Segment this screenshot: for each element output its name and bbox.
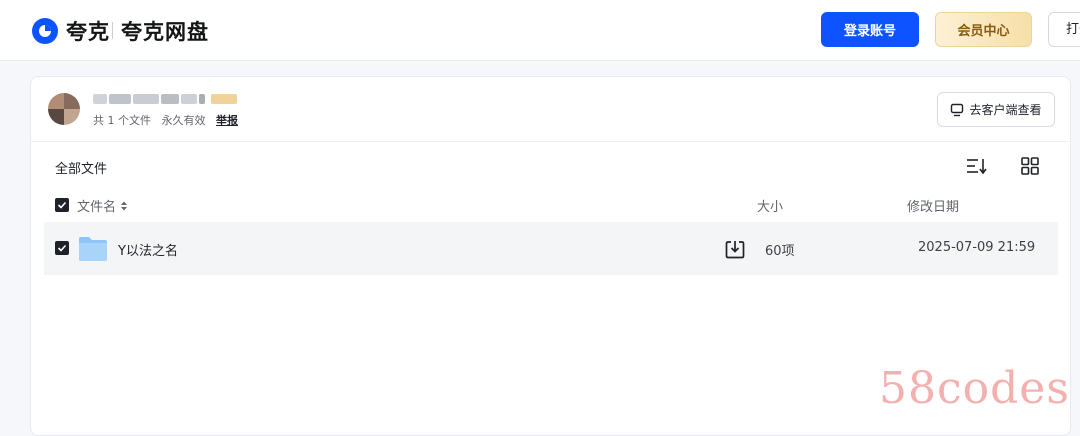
select-all-checkbox[interactable] [55,198,69,212]
check-icon [57,201,67,209]
save-to-drive-icon[interactable] [724,238,746,260]
file-modified-date: 2025-07-09 21:59 [918,240,1036,255]
open-client-button[interactable]: 打开 [1048,12,1080,47]
column-header-size: 大小 [757,200,784,215]
table-row[interactable]: Y以法之名 60项 2025-07-09 21:59 [44,222,1058,275]
quark-logo-icon[interactable] [31,17,59,45]
check-icon [57,244,67,252]
all-files-title: 全部文件 [55,162,108,177]
vip-center-button[interactable]: 会员中心 [935,12,1032,47]
row-checkbox[interactable] [55,241,69,255]
open-in-client-label: 去客户端查看 [969,103,1042,117]
validity: 永久有效 [161,114,206,127]
avatar [48,93,80,125]
folder-icon [79,237,107,261]
file-name[interactable]: Y以法之名 [118,240,178,259]
share-info-header: 共 1 个文件 永久有效 举报 去客户端查看 [31,77,1070,142]
logo-divider [112,22,113,39]
watermark: 58codes [879,363,1070,414]
top-bar: 夸克 夸克网盘 登录账号 会员中心 打开 [0,0,1080,61]
report-link[interactable]: 举报 [216,114,238,127]
column-name-label: 文件名 [77,200,117,215]
owner-name-blurred [93,92,239,106]
column-header-name[interactable]: 文件名 [77,196,128,215]
login-button[interactable]: 登录账号 [821,12,919,47]
monitor-icon [951,103,964,116]
column-header-date: 修改日期 [907,200,960,215]
open-in-client-button[interactable]: 去客户端查看 [937,92,1055,127]
product-name: 夸克网盘 [121,20,209,44]
file-list-header: 文件名 大小 修改日期 [31,189,1070,221]
sort-arrows-icon [121,201,128,210]
share-meta: 共 1 个文件 永久有效 举报 [93,112,245,128]
grid-view-icon[interactable] [1021,157,1039,175]
file-count: 共 1 个文件 [93,114,151,127]
logo-text[interactable]: 夸克 [66,16,110,46]
sort-icon[interactable] [966,157,988,175]
file-size: 60项 [765,244,795,259]
